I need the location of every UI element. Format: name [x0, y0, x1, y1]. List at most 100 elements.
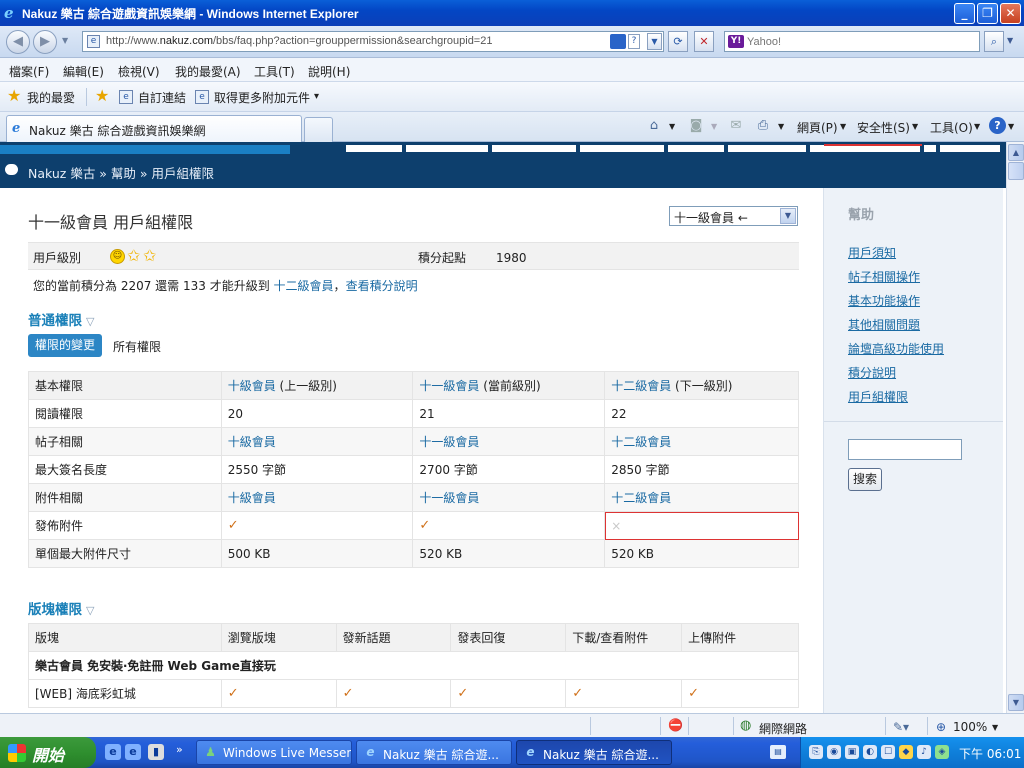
mail-icon[interactable]: ✉ — [727, 118, 745, 134]
prev-level-link[interactable]: 十級會員 — [228, 379, 276, 393]
minimize-button[interactable]: _ — [954, 3, 975, 24]
search-box[interactable]: Y! — [724, 31, 980, 52]
custom-links-link[interactable]: 自訂連結 — [138, 89, 186, 106]
security-report-icon[interactable]: ? — [628, 34, 640, 49]
tab-nakuz[interactable]: e Nakuz 樂古 綜合遊戲資訊娛樂網 — [6, 115, 302, 142]
table-cell-link[interactable]: 十二級會員 — [604, 483, 799, 512]
forward-button[interactable]: ▶ — [33, 30, 57, 54]
keyboard-icon[interactable]: ▤ — [770, 745, 786, 759]
quicklaunch-browser-icon[interactable]: e — [125, 744, 141, 760]
compat-view-icon[interactable] — [610, 34, 626, 49]
next-level-header-link[interactable]: 十二級會員 — [611, 379, 671, 393]
taskbar-item-messenger[interactable]: ♟ Windows Live Messen... — [196, 740, 352, 765]
history-dropdown-icon[interactable]: ▼ — [62, 36, 68, 45]
next-level-link[interactable]: 十二級會員 — [274, 279, 334, 293]
zoom-dropdown-icon[interactable]: ▼ — [992, 723, 998, 732]
vertical-scrollbar[interactable]: ▲ ▼ — [1006, 142, 1024, 713]
general-permissions-title[interactable]: 普通權限 ▽ — [28, 309, 94, 329]
page-tools-icon[interactable]: ✎▾ — [893, 720, 909, 734]
protected-mode-icon[interactable]: ⛔ — [668, 718, 683, 732]
url-text[interactable]: http://www.nakuz.com/bbs/faq.php?action=… — [106, 35, 492, 47]
breadcrumb[interactable]: Nakuz 樂古 » 幫助 » 用戶組權限 — [28, 163, 214, 182]
ie-icon: e — [366, 745, 375, 759]
view-credit-link[interactable]: 查看積分說明 — [346, 279, 418, 293]
table-cell-link[interactable]: 十級會員 — [220, 483, 414, 512]
search-input[interactable] — [747, 33, 977, 50]
table-cell-link[interactable]: 十一級會員 — [412, 427, 606, 456]
menu-help[interactable]: 說明(H) — [308, 63, 350, 80]
table-cell-link[interactable]: 十二級會員 — [604, 427, 799, 456]
quicklaunch-media-icon[interactable]: ▮ — [148, 744, 164, 760]
search-go-icon[interactable]: ⌕ — [984, 31, 1004, 52]
scroll-up-icon[interactable]: ▲ — [1008, 144, 1024, 161]
table-cell-link[interactable]: 十一級會員 — [412, 483, 606, 512]
tray-icon[interactable]: ◐ — [863, 745, 877, 759]
menu-file[interactable]: 檔案(F) — [9, 63, 49, 80]
tray-icon[interactable]: ◉ — [827, 745, 841, 759]
select-dropdown-icon[interactable]: ▼ — [780, 208, 796, 224]
scroll-thumb[interactable] — [1008, 162, 1024, 180]
refresh-icon[interactable]: ⟳ — [668, 31, 688, 52]
sidebar-link-advanced[interactable]: 論壇高級功能使用 — [848, 340, 944, 357]
back-button[interactable]: ◀ — [6, 30, 30, 54]
search-options-icon[interactable]: ▼ — [1007, 36, 1013, 45]
menu-edit[interactable]: 編輯(E) — [63, 63, 104, 80]
sidebar-link-group-perms[interactable]: 用戶組權限 — [848, 388, 908, 405]
forum-name[interactable]: [WEB] 海底彩虹城 — [28, 679, 222, 708]
tray-icon[interactable]: ♪ — [917, 745, 931, 759]
sidebar-link-post-ops[interactable]: 帖子相關操作 — [848, 268, 920, 285]
shield-icon[interactable]: ◆ — [899, 745, 913, 759]
page-menu[interactable]: 網頁(P) — [797, 119, 838, 136]
tray-icon[interactable]: ◈ — [935, 745, 949, 759]
add-favorite-icon[interactable]: ★ — [95, 86, 109, 105]
sidebar-link-credits[interactable]: 積分說明 — [848, 364, 896, 381]
close-window-button[interactable]: ✕ — [1000, 3, 1021, 24]
new-tab-button[interactable] — [304, 117, 333, 142]
page-icon: e — [87, 35, 100, 48]
tools-menu[interactable]: 工具(O) — [930, 119, 973, 136]
user-group-select[interactable]: 十一級會員 ← ▼ — [669, 206, 798, 226]
tab-all-permissions[interactable]: 所有權限 — [113, 338, 161, 355]
help-dropdown-icon[interactable]: ▼ — [1008, 122, 1014, 131]
forum-permissions-title[interactable]: 版塊權限 ▽ — [28, 598, 94, 618]
sidebar-link-basic-ops[interactable]: 基本功能操作 — [848, 292, 920, 309]
home-icon[interactable]: ⌂ — [645, 118, 663, 134]
quicklaunch-more-icon[interactable]: » — [176, 743, 183, 756]
menu-tools[interactable]: 工具(T) — [254, 63, 295, 80]
sidebar-search-input[interactable] — [848, 439, 962, 460]
tray-icon[interactable]: ☐ — [881, 745, 895, 759]
taskbar-item-ie-1[interactable]: e Nakuz 樂古 綜合遊... — [356, 740, 512, 765]
print-dropdown-icon[interactable]: ▼ — [778, 122, 784, 131]
menu-favorites[interactable]: 我的最愛(A) — [175, 63, 241, 80]
addons-dropdown-icon[interactable]: ▾ — [314, 91, 319, 102]
help-icon[interactable]: ? — [989, 117, 1006, 134]
sidebar-link-other[interactable]: 其他相關問題 — [848, 316, 920, 333]
url-field[interactable]: e http://www.nakuz.com/bbs/faq.php?actio… — [82, 31, 664, 52]
sidebar-search-button[interactable]: 搜索 — [848, 468, 883, 491]
favorites-button[interactable]: 我的最愛 — [27, 89, 75, 106]
restore-button[interactable]: ❐ — [977, 3, 998, 24]
start-button[interactable]: 開始 — [0, 737, 96, 768]
print-icon[interactable]: ⎙ — [754, 118, 772, 134]
zoom-level[interactable]: 100% — [953, 720, 987, 734]
stop-icon[interactable]: ✕ — [694, 31, 714, 52]
scroll-down-icon[interactable]: ▼ — [1008, 694, 1024, 711]
tab-permission-changes[interactable]: 權限的變更 — [28, 334, 103, 357]
menu-view[interactable]: 檢視(V) — [118, 63, 160, 80]
url-dropdown-icon[interactable]: ▼ — [647, 33, 662, 50]
sidebar-link-user-guide[interactable]: 用戶須知 — [848, 244, 896, 261]
collapse-triangle-icon[interactable]: ▽ — [86, 604, 94, 617]
tray-icon[interactable]: ▣ — [845, 745, 859, 759]
tray-icon[interactable]: ⎘ — [809, 745, 823, 759]
collapse-triangle-icon[interactable]: ▽ — [86, 315, 94, 328]
feeds-dropdown-icon[interactable]: ▼ — [711, 122, 717, 131]
table-cell-link[interactable]: 十級會員 — [220, 427, 414, 456]
safety-menu[interactable]: 安全性(S) — [857, 119, 910, 136]
zoom-icon[interactable]: ⊕ — [936, 720, 946, 734]
get-addons-link[interactable]: 取得更多附加元件 — [214, 89, 310, 106]
taskbar-item-ie-2[interactable]: e Nakuz 樂古 綜合遊... — [516, 740, 672, 765]
current-level-link[interactable]: 十一級會員 — [419, 379, 479, 393]
home-dropdown-icon[interactable]: ▼ — [669, 122, 675, 131]
quicklaunch-ie-icon[interactable]: e — [105, 744, 121, 760]
feeds-icon[interactable]: ◙ — [687, 118, 705, 134]
